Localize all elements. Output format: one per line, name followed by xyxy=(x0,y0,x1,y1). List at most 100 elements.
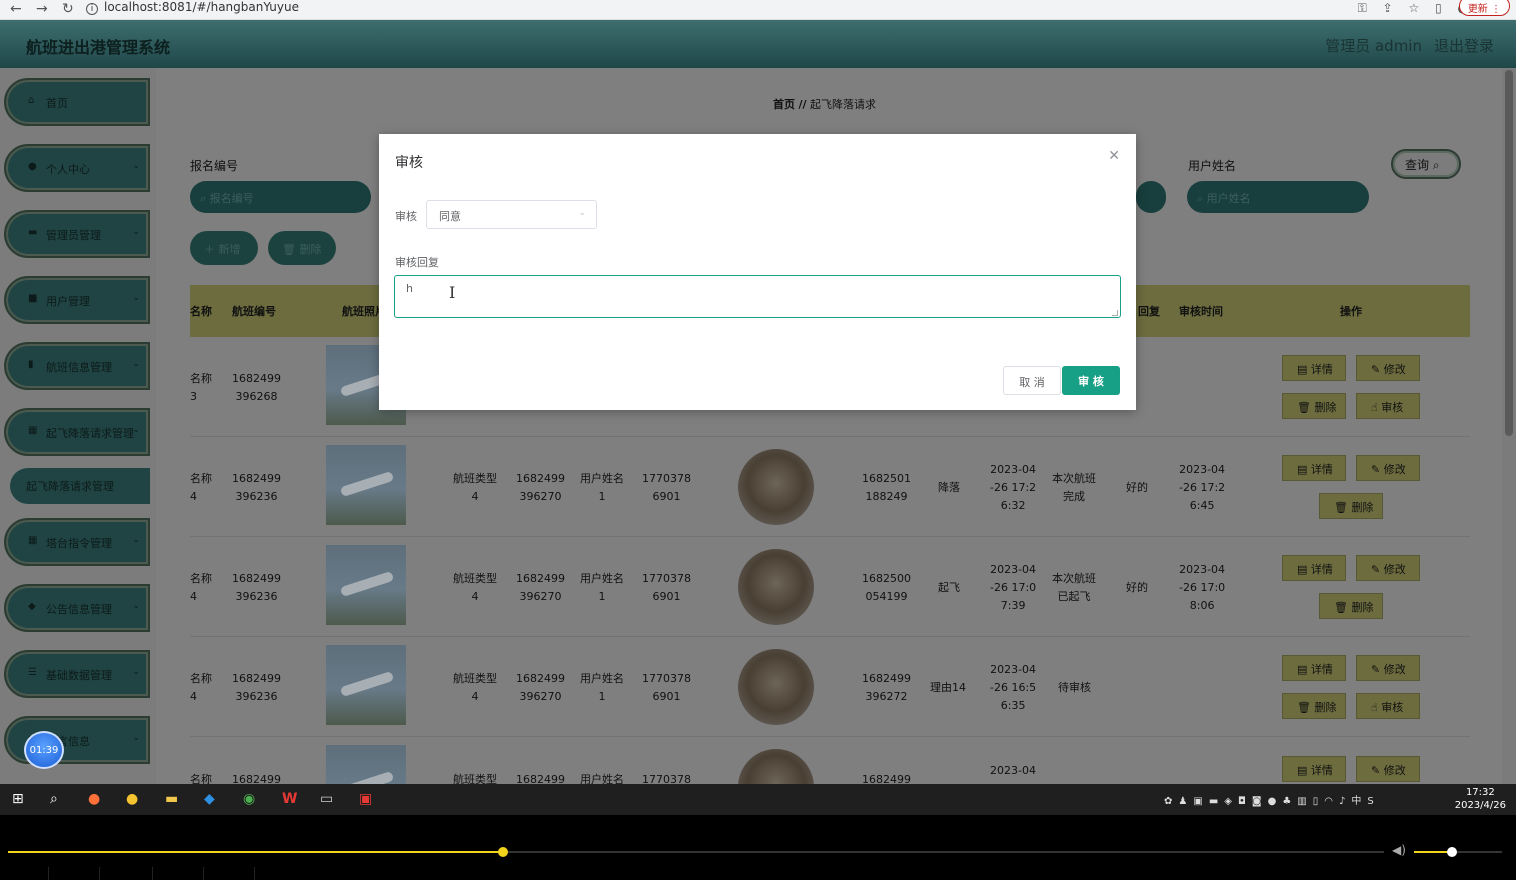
tray-app-icon[interactable]: ◙ xyxy=(1252,796,1268,807)
logout-button[interactable]: 退出登录 xyxy=(1434,35,1494,56)
tray-app-icon[interactable]: ♟ xyxy=(1178,796,1193,807)
edit-button[interactable]: ✎ 修改 xyxy=(1356,555,1420,581)
detail-button[interactable]: ▤ 详情 xyxy=(1282,455,1346,481)
sidebar-item-label: 起飞降落请求管理 xyxy=(46,427,134,440)
screen: ← → ↻ i localhost:8081/#/hangbanYuyue ⚿ ⇪… xyxy=(0,0,1516,880)
divider xyxy=(254,867,255,880)
key-icon[interactable]: ⚿ xyxy=(1358,1,1367,15)
detail-button[interactable]: ▤ 详情 xyxy=(1282,355,1346,381)
username-input[interactable]: ⌕ 用户姓名 xyxy=(1187,181,1369,213)
cell-username: 用户姓名 1 xyxy=(580,572,624,603)
sidebar-item-users[interactable]: ■ 用户管理 ⌄ xyxy=(4,276,150,324)
breadcrumb-separator: // xyxy=(798,98,807,111)
tray-app-icon[interactable]: ◘ xyxy=(1238,796,1252,807)
tray-app-icon[interactable]: S xyxy=(1367,796,1379,807)
sidebar-item-admins[interactable]: ▬ 管理员管理 ⌄ xyxy=(4,210,150,258)
windows-start-icon[interactable]: ⊞ xyxy=(12,791,24,807)
sidebar-item-profile[interactable]: ● 个人中心 ⌄ xyxy=(4,144,150,192)
file-explorer-icon[interactable]: ▬ xyxy=(165,791,178,807)
delete-button[interactable]: 🗑 删除 xyxy=(1319,593,1383,619)
audit-button[interactable]: ☝ 审核 xyxy=(1356,693,1420,719)
search-icon[interactable]: ⌕ xyxy=(50,791,58,807)
cell-flight-type: 航班类型 4 xyxy=(453,472,497,503)
tray-wechat-icon[interactable]: ● xyxy=(1268,796,1283,807)
th-name: 名称 xyxy=(190,305,212,318)
tray-shield-icon[interactable]: ◈ xyxy=(1224,796,1238,807)
confirm-audit-button[interactable]: 审 核 xyxy=(1062,366,1120,395)
cell-status: 本次航班 完成 xyxy=(1052,472,1096,503)
query-button[interactable]: 查询 ⌕ xyxy=(1391,149,1461,179)
breadcrumb-home[interactable]: 首页 xyxy=(773,98,795,111)
cell-flight-type: 航班类型 4 xyxy=(453,672,497,703)
chrome-icon[interactable]: ◉ xyxy=(243,791,255,807)
share-icon[interactable]: ⇪ xyxy=(1383,1,1393,15)
detail-button[interactable]: ▤ 详情 xyxy=(1282,655,1346,681)
sidebar-item-tower[interactable]: ▦ 塔台指令管理 ⌄ xyxy=(4,518,150,566)
batch-delete-button[interactable]: 🗑 删除 xyxy=(268,231,336,265)
recording-timer[interactable]: 01:39 xyxy=(24,731,64,769)
detail-button[interactable]: ▤ 详情 xyxy=(1282,756,1346,782)
audit-label: 审核 xyxy=(1381,401,1404,414)
volume-icon[interactable]: ◀) xyxy=(1392,843,1406,857)
add-button[interactable]: ＋ 新增 xyxy=(190,231,258,265)
address-bar[interactable]: i localhost:8081/#/hangbanYuyue xyxy=(86,0,299,18)
sidebar-item-notices[interactable]: ◆ 公告信息管理 ⌄ xyxy=(4,584,150,632)
tray-app-icon[interactable]: ▥ xyxy=(1297,796,1312,807)
delete-button[interactable]: 🗑 删除 xyxy=(1282,693,1346,719)
signup-no-input[interactable]: ⌕ 报名编号 xyxy=(190,181,371,213)
seek-handle[interactable] xyxy=(498,847,509,857)
vscode-icon[interactable]: ◆ xyxy=(204,791,215,807)
edit-button[interactable]: ✎ 修改 xyxy=(1356,455,1420,481)
divider xyxy=(152,867,153,880)
detail-button[interactable]: ▤ 详情 xyxy=(1282,555,1346,581)
taskbar-clock[interactable]: 17:32 2023/4/26 xyxy=(1455,786,1506,812)
sidepanel-icon[interactable]: ▯ xyxy=(1435,1,1442,15)
tray-app-icon[interactable]: ▬ xyxy=(1209,796,1224,807)
reload-icon[interactable]: ↻ xyxy=(62,1,74,17)
sidebar-item-flights[interactable]: ▮ 航班信息管理 ⌄ xyxy=(4,342,150,390)
firefox-icon[interactable]: ● xyxy=(88,791,100,807)
sidebar-item-basedata[interactable]: ☰ 基础数据管理 ⌄ xyxy=(4,650,150,698)
close-icon[interactable]: ✕ xyxy=(1108,148,1120,164)
page-scrollbar[interactable] xyxy=(1502,68,1516,784)
idea-icon[interactable]: ▣ xyxy=(359,791,372,807)
forward-icon[interactable]: → xyxy=(36,1,48,17)
grid-icon: ▦ xyxy=(28,425,38,436)
audit-select[interactable]: 同意 ⌄ xyxy=(426,200,597,229)
delete-button[interactable]: 🗑 删除 xyxy=(1319,493,1383,519)
app-duck-icon[interactable]: ● xyxy=(126,791,138,807)
terminal-icon[interactable]: ▭ xyxy=(320,791,333,807)
edit-button[interactable]: ✎ 修改 xyxy=(1356,655,1420,681)
star-icon[interactable]: ☆ xyxy=(1408,1,1419,15)
hidden-search-input[interactable] xyxy=(1136,181,1166,213)
edit-button[interactable]: ✎ 修改 xyxy=(1356,756,1420,782)
info-icon[interactable]: i xyxy=(86,3,98,15)
reply-textarea[interactable]: h xyxy=(394,275,1121,318)
volume-icon[interactable]: ♪ xyxy=(1339,796,1351,807)
tray-qq-icon[interactable]: ♣ xyxy=(1282,796,1297,807)
app-header: 航班进出港管理系统 管理员 admin 退出登录 xyxy=(0,20,1516,68)
back-icon[interactable]: ← xyxy=(10,1,22,17)
cell-flight-no: 1682499 xyxy=(232,773,281,784)
cell-kind: 起飞 xyxy=(938,581,960,594)
delete-button[interactable]: 🗑 删除 xyxy=(1282,393,1346,419)
sidebar-subitem-requests[interactable]: 起飞降落请求管理 xyxy=(10,468,150,504)
edit-button[interactable]: ✎ 修改 xyxy=(1356,355,1420,381)
app: 航班进出港管理系统 管理员 admin 退出登录 ⌂ 首页 ● 个人中心 ⌄ ▬… xyxy=(0,20,1516,784)
sidebar-item-home[interactable]: ⌂ 首页 xyxy=(4,78,150,126)
wps-icon[interactable]: W xyxy=(282,791,297,807)
update-button[interactable]: 更新 ⋮ xyxy=(1458,0,1510,16)
tray-usb-icon[interactable]: ▯ xyxy=(1313,796,1325,807)
cancel-button[interactable]: 取 消 xyxy=(1003,366,1061,395)
audit-button[interactable]: ☝ 审核 xyxy=(1356,393,1420,419)
volume-handle[interactable] xyxy=(1446,847,1457,857)
scrollbar-thumb[interactable] xyxy=(1505,70,1513,436)
sidebar-item-requests[interactable]: ▦ 起飞降落请求管理 ⌄ xyxy=(4,408,150,456)
tray-app-icon[interactable]: ▣ xyxy=(1193,796,1208,807)
wifi-icon[interactable]: ◠ xyxy=(1324,796,1339,807)
resize-handle[interactable] xyxy=(1112,310,1118,316)
ime-indicator[interactable]: 中 xyxy=(1351,796,1367,807)
cell-status: 本次航班 已起飞 xyxy=(1052,572,1096,603)
tray-app-icon[interactable]: ✿ xyxy=(1164,796,1178,807)
breadcrumb: 首页 // 起飞降落请求 xyxy=(773,96,876,112)
